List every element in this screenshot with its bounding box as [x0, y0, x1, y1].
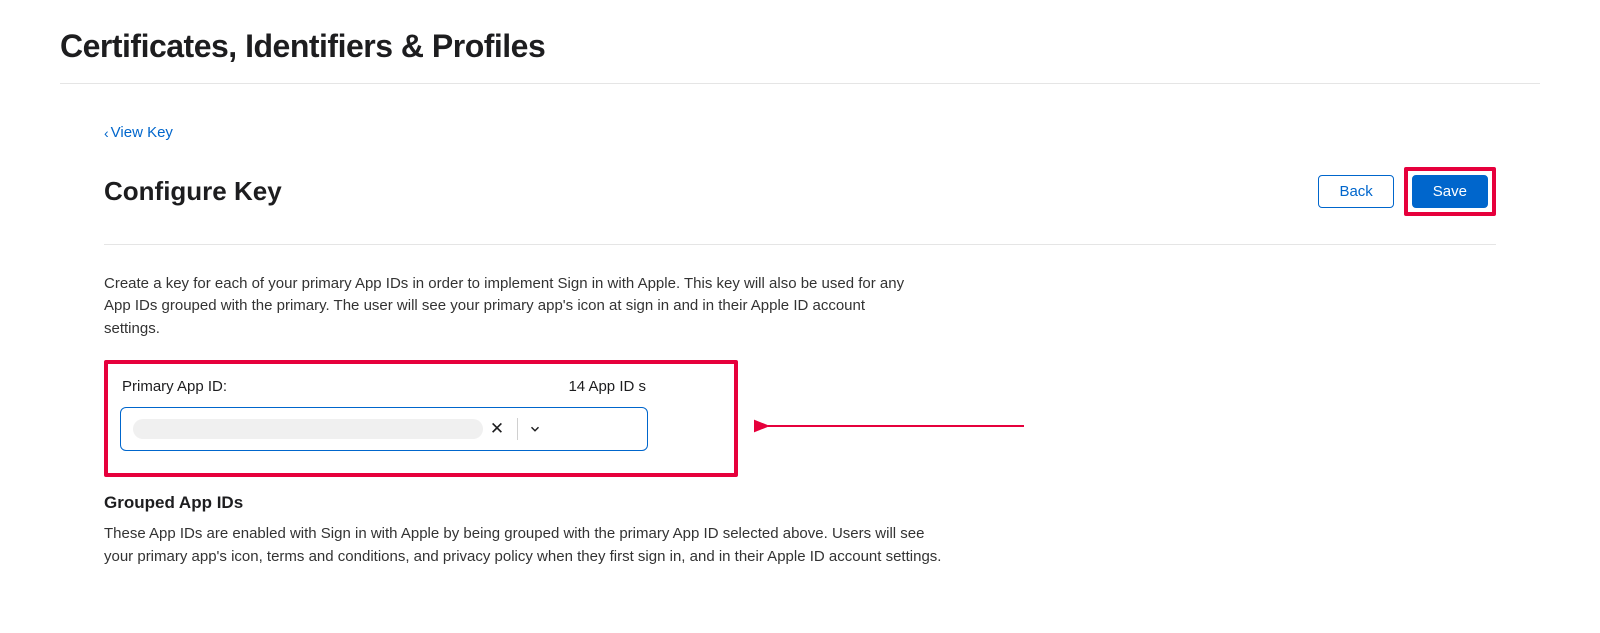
dropdown-toggle[interactable]	[524, 422, 546, 436]
save-button[interactable]: Save	[1412, 175, 1488, 208]
view-key-back-link[interactable]: ‹ View Key	[104, 124, 173, 141]
chevron-down-icon	[528, 422, 542, 436]
primary-app-id-select[interactable]: ✕	[120, 407, 648, 451]
page-title: Certificates, Identifiers & Profiles	[60, 0, 1540, 84]
grouped-app-ids-title: Grouped App IDs	[104, 493, 1496, 513]
close-icon: ✕	[490, 419, 504, 438]
selected-app-id-value	[133, 419, 483, 439]
key-description: Create a key for each of your primary Ap…	[104, 273, 924, 341]
back-link-text: View Key	[111, 124, 173, 141]
app-id-count: 14 App ID s	[568, 378, 646, 395]
save-highlight-annotation: Save	[1404, 167, 1496, 216]
primary-app-highlight-annotation: Primary App ID: 14 App ID s ✕	[104, 360, 738, 477]
primary-app-id-label: Primary App ID:	[122, 378, 227, 395]
arrow-annotation	[754, 416, 1034, 436]
chevron-left-icon: ‹	[104, 125, 109, 141]
section-title: Configure Key	[104, 176, 282, 207]
back-button[interactable]: Back	[1318, 175, 1393, 208]
action-buttons: Back Save	[1318, 167, 1496, 216]
grouped-app-ids-description: These App IDs are enabled with Sign in w…	[104, 523, 944, 568]
clear-selection-button[interactable]: ✕	[483, 419, 511, 439]
combobox-divider	[517, 418, 518, 440]
